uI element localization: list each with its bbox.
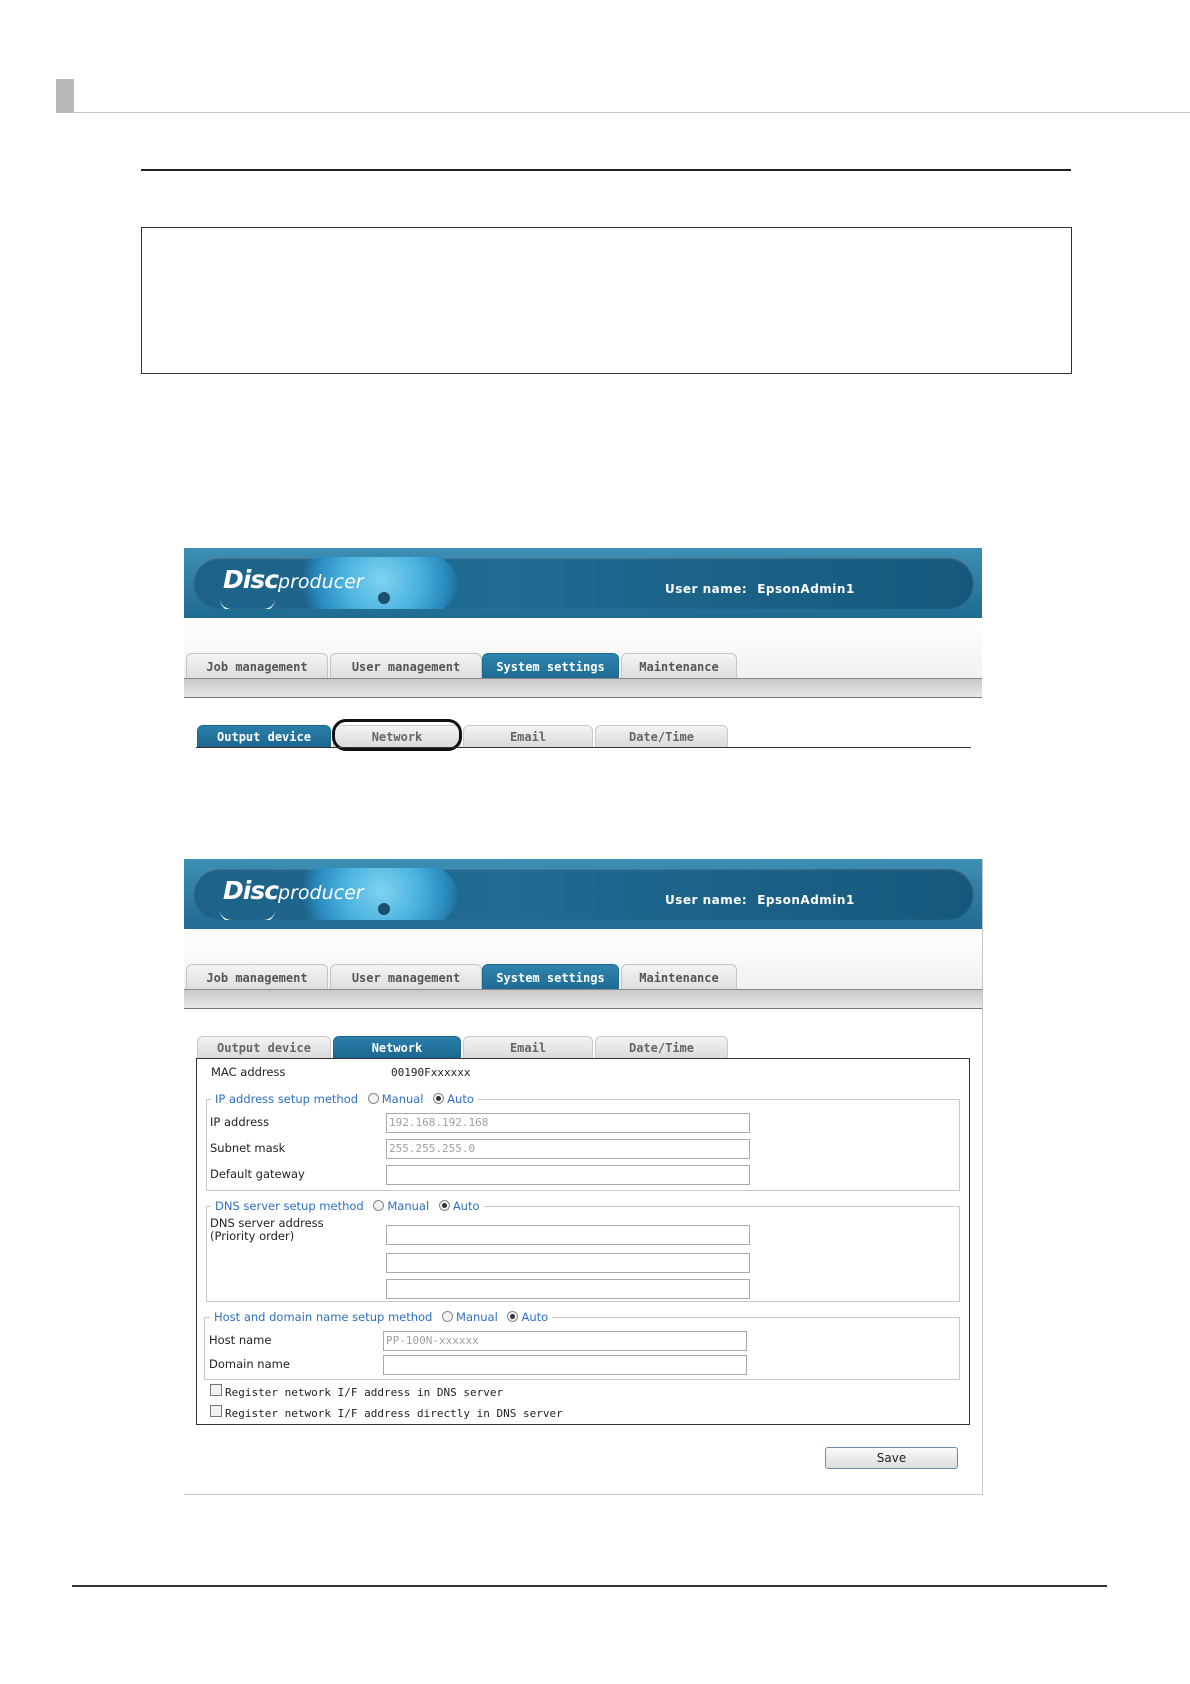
user-name-label: User name: [665,582,748,596]
dns-server-field-3[interactable] [386,1279,750,1299]
default-gateway-label: Default gateway [210,1167,305,1181]
banner-bar: Discproducer User name: EpsonAdmin1 [193,557,974,609]
tab-user-management[interactable]: User management [330,653,482,680]
user-name-value: EpsonAdmin1 [757,582,855,596]
dns-priority-label: (Priority order) [210,1229,295,1243]
disc-hole [378,903,390,915]
user-info: User name: EpsonAdmin1 [665,582,855,596]
register-dns-direct-label[interactable]: Register network I/F address directly in… [225,1407,563,1420]
ip-manual-label[interactable]: Manual [382,1092,424,1106]
footer-rule [72,1585,1107,1587]
dns-manual-radio[interactable] [373,1200,385,1211]
register-dns-label[interactable]: Register network I/F address in DNS serv… [225,1386,503,1399]
ip-auto-radio[interactable] [433,1093,445,1104]
disc-hole [378,592,390,604]
note-box [141,227,1072,374]
domain-name-label: Domain name [209,1357,290,1371]
domain-name-field[interactable] [383,1355,747,1375]
screenshot-select-network-tab: Discproducer User name: EpsonAdmin1 Job m… [184,548,982,753]
subnet-mask-field[interactable]: 255.255.255.0 [386,1139,750,1159]
user-info: User name: EpsonAdmin1 [665,893,855,907]
subtab-output-device[interactable]: Output device [197,1036,331,1058]
subtab-output-device[interactable]: Output device [197,725,331,747]
register-dns-checkbox[interactable] [210,1384,222,1396]
dns-manual-label[interactable]: Manual [387,1199,429,1213]
user-name-value: EpsonAdmin1 [757,893,855,907]
logo-disc-text: Disc [223,876,279,905]
ip-setup-legend: IP address setup method Manual Auto [211,1092,478,1106]
network-settings-panel: MAC address 00190Fxxxxxx IP address setu… [196,1058,970,1425]
tab-system-settings[interactable]: System settings [482,964,619,991]
mac-address-value: 00190Fxxxxxx [391,1066,471,1079]
subtab-email[interactable]: Email [463,1036,593,1058]
user-name-label: User name: [665,893,748,907]
dns-setup-method-label: DNS server setup method [215,1199,364,1213]
dns-server-label: DNS server address [210,1216,324,1230]
ip-address-label: IP address [210,1115,270,1129]
host-name-label: Host name [209,1333,272,1347]
panel-top-border [196,747,971,748]
mac-address-label: MAC address [211,1065,286,1079]
screenshot-network-settings: Discproducer User name: EpsonAdmin1 Job m… [184,859,983,1495]
host-name-field[interactable]: PP-100N-xxxxxx [383,1331,747,1351]
ip-address-field[interactable]: 192.168.192.168 [386,1113,750,1133]
logo-disc-text: Disc [223,565,279,594]
subtab-date-time[interactable]: Date/Time [595,725,728,747]
dns-auto-label[interactable]: Auto [453,1199,480,1213]
subtab-network[interactable]: Network [333,1036,461,1058]
subtab-email[interactable]: Email [463,725,593,747]
header-rule [74,112,1190,113]
host-setup-legend: Host and domain name setup method Manual… [210,1310,553,1324]
host-auto-label[interactable]: Auto [521,1310,548,1324]
subnet-mask-label: Subnet mask [210,1141,286,1155]
app-banner: Discproducer User name: EpsonAdmin1 [184,859,982,929]
main-tab-bar [184,678,982,698]
tab-job-management[interactable]: Job management [186,964,328,991]
app-banner: Discproducer User name: EpsonAdmin1 [184,548,982,618]
tab-maintenance[interactable]: Maintenance [621,964,737,991]
host-setup-method-label: Host and domain name setup method [214,1310,433,1324]
register-dns-direct-checkbox[interactable] [210,1405,222,1417]
ip-auto-label[interactable]: Auto [447,1092,474,1106]
tab-user-management[interactable]: User management [330,964,482,991]
dns-setup-legend: DNS server setup method Manual Auto [211,1199,484,1213]
host-manual-radio[interactable] [442,1311,454,1322]
logo-producer-text: producer [278,571,364,593]
header-marker [56,79,74,113]
main-tab-bar [184,989,982,1009]
default-gateway-field[interactable] [386,1165,750,1185]
ip-setup-method-label: IP address setup method [215,1092,359,1106]
section-rule [141,169,1071,171]
tab-job-management[interactable]: Job management [186,653,328,680]
tab-system-settings[interactable]: System settings [482,653,619,680]
logo-producer-text: producer [278,882,364,904]
logo-swoosh [220,910,275,920]
logo-swoosh [220,599,275,609]
dns-auto-radio[interactable] [438,1200,450,1211]
save-button[interactable]: Save [825,1447,958,1469]
subtab-date-time[interactable]: Date/Time [595,1036,728,1058]
dns-server-field-2[interactable] [386,1253,750,1273]
host-manual-label[interactable]: Manual [456,1310,498,1324]
host-auto-radio[interactable] [507,1311,519,1322]
dns-server-field-1[interactable] [386,1225,750,1245]
app-logo: Discproducer [223,876,364,905]
app-logo: Discproducer [223,565,364,594]
ip-manual-radio[interactable] [367,1093,379,1104]
tab-maintenance[interactable]: Maintenance [621,653,737,680]
banner-bar: Discproducer User name: EpsonAdmin1 [193,868,974,920]
